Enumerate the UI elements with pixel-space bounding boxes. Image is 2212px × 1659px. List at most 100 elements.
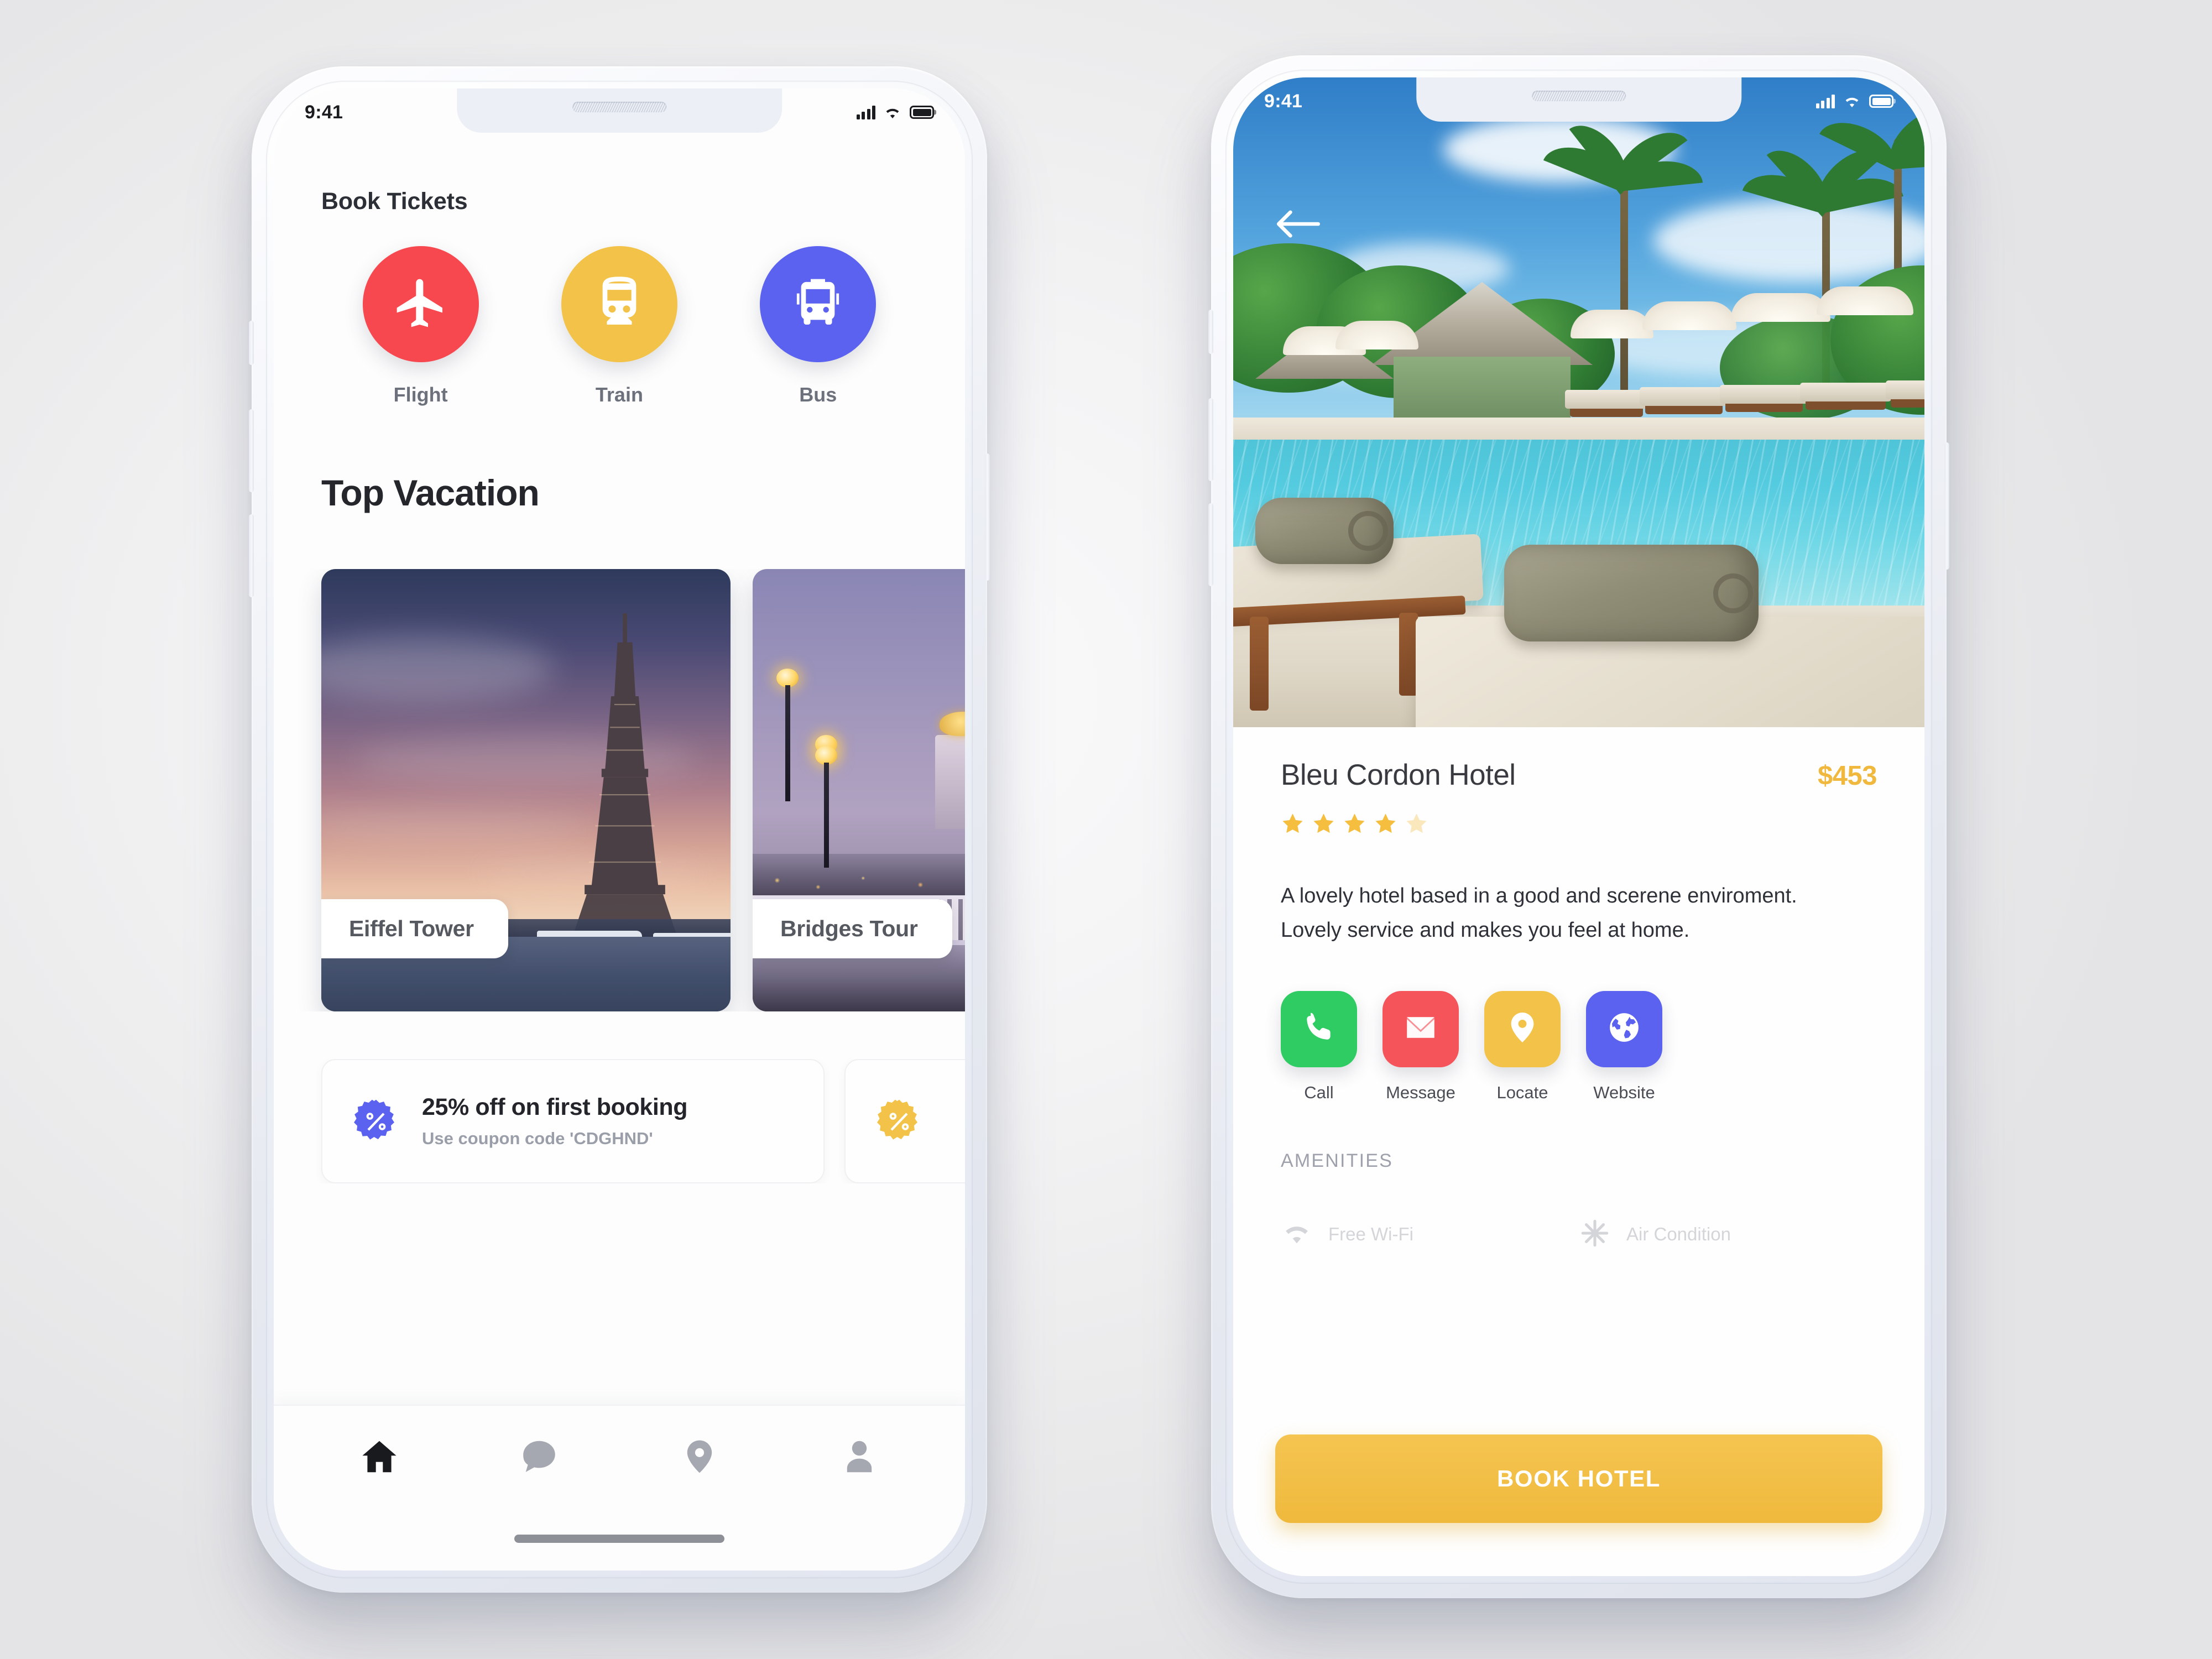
star-icon-filled — [1343, 812, 1366, 838]
action-website[interactable]: Website — [1586, 990, 1662, 1103]
hotel-title-row: Bleu Cordon Hotel $453 — [1281, 758, 1877, 792]
airplane-icon — [392, 274, 450, 335]
action-message[interactable]: Message — [1383, 990, 1459, 1103]
action-call[interactable]: Call — [1281, 990, 1357, 1103]
phone-device-hotel: Bleu Cordon Hotel $453 A lovely hotel ba… — [1208, 55, 1949, 1598]
star-icon-filled — [1374, 812, 1397, 838]
star-icon-filled — [1281, 812, 1305, 838]
home-screen: 9:41 Book Tickets Flight Train Bus Top V… — [274, 88, 965, 1571]
phone-device-home: 9:41 Book Tickets Flight Train Bus Top V… — [249, 66, 990, 1593]
top-vacation-heading: Top Vacation — [321, 472, 540, 513]
bus-circle — [760, 246, 877, 362]
location-icon — [1504, 1009, 1541, 1048]
phone-bezel-hotel: Bleu Cordon Hotel $453 A lovely hotel ba… — [1225, 70, 1932, 1584]
tab-home[interactable] — [299, 1437, 460, 1479]
train-icon — [591, 274, 648, 335]
tab-places[interactable] — [619, 1437, 780, 1479]
bus-icon — [789, 274, 847, 335]
person-icon — [839, 1437, 879, 1479]
volume-up-button[interactable] — [249, 409, 254, 492]
phone-icon — [1301, 1009, 1337, 1048]
coupon-card-first-booking[interactable]: 25% off on first booking Use coupon code… — [321, 1059, 825, 1183]
wifi-icon — [883, 106, 902, 119]
flight-circle — [362, 246, 479, 362]
home-icon — [359, 1437, 399, 1479]
bridge-statue — [935, 735, 965, 829]
home-content: Book Tickets Flight Train Bus Top Vacati… — [274, 88, 965, 1571]
star-icon-empty — [1405, 812, 1428, 838]
transport-option-flight[interactable]: Flight — [321, 246, 520, 406]
power-button[interactable] — [1944, 442, 1949, 570]
mute-switch[interactable] — [1208, 310, 1213, 354]
home-indicator[interactable] — [514, 1535, 724, 1543]
book-hotel-footer: BOOK HOTEL — [1233, 1410, 1924, 1576]
vacation-card-label: Eiffel Tower — [321, 899, 508, 958]
mute-switch[interactable] — [249, 321, 254, 365]
action-label: Website — [1593, 1082, 1655, 1102]
coupon-text-group: 25% off on first booking Use coupon code… — [422, 1094, 688, 1149]
hotel-content-root: Bleu Cordon Hotel $453 A lovely hotel ba… — [1233, 77, 1924, 1576]
transport-option-train[interactable]: Train — [520, 246, 718, 406]
amenity-free-wifi: Free Wi-Fi — [1281, 1217, 1579, 1252]
rolled-towel — [1255, 498, 1394, 564]
coupon-card-secondary[interactable] — [844, 1059, 965, 1183]
website-tile — [1586, 990, 1662, 1067]
hotel-name: Bleu Cordon Hotel — [1281, 759, 1516, 791]
rating-stars — [1281, 812, 1877, 838]
amenity-label: Free Wi-Fi — [1328, 1224, 1413, 1245]
train-circle — [561, 246, 677, 362]
power-button[interactable] — [985, 453, 990, 581]
action-label: Call — [1304, 1082, 1334, 1102]
percent-badge-icon — [352, 1098, 400, 1145]
chat-icon — [519, 1437, 559, 1479]
wifi-icon — [1281, 1217, 1313, 1252]
battery-icon — [910, 106, 934, 119]
bus-label: Bus — [799, 383, 837, 406]
message-tile — [1383, 990, 1459, 1067]
coupon-title: 25% off on first booking — [422, 1094, 688, 1120]
hotel-description: A lovely hotel based in a good and scere… — [1281, 884, 1797, 942]
status-icons — [1815, 94, 1893, 108]
transport-option-bus[interactable]: Bus — [719, 246, 917, 406]
status-time: 9:41 — [305, 101, 343, 123]
tab-messages[interactable] — [460, 1437, 620, 1479]
status-icons — [856, 105, 934, 119]
vacation-card-eiffel[interactable]: Eiffel Tower — [321, 569, 731, 1011]
action-locate[interactable]: Locate — [1484, 990, 1561, 1103]
book-tickets-heading: Book Tickets — [321, 188, 468, 215]
percent-badge-icon — [875, 1098, 923, 1145]
vacation-card-label: Bridges Tour — [753, 899, 952, 958]
locate-tile — [1484, 990, 1561, 1067]
volume-down-button[interactable] — [1208, 503, 1213, 586]
volume-up-button[interactable] — [1208, 398, 1213, 481]
train-label: Train — [595, 383, 643, 406]
globe-icon — [1606, 1009, 1642, 1048]
bridge-lamp — [813, 735, 839, 868]
eiffel-silhouette — [561, 613, 688, 945]
coupon-carousel[interactable]: 25% off on first booking Use coupon code… — [274, 1059, 965, 1183]
status-bar-home: 9:41 — [274, 88, 965, 133]
bridge-lamp — [775, 669, 800, 801]
air-condition-icon — [1579, 1217, 1611, 1252]
book-hotel-button[interactable]: BOOK HOTEL — [1275, 1434, 1882, 1523]
phone-bezel-home: 9:41 Book Tickets Flight Train Bus Top V… — [266, 81, 973, 1578]
volume-down-button[interactable] — [249, 514, 254, 597]
signal-icon — [856, 105, 875, 119]
call-tile — [1281, 990, 1357, 1067]
hotel-hero-image — [1233, 77, 1924, 727]
envelope-icon — [1402, 1009, 1439, 1048]
amenity-label: Air Condition — [1626, 1224, 1731, 1245]
rolled-towel — [1504, 545, 1759, 641]
back-button[interactable] — [1275, 208, 1321, 240]
amenity-air-condition: Air Condition — [1579, 1217, 1877, 1252]
coupon-subtitle: Use coupon code 'CDGHND' — [422, 1129, 653, 1148]
hotel-action-buttons: Call Message Locate Website — [1281, 990, 1877, 1103]
tab-profile[interactable] — [780, 1437, 940, 1479]
signal-icon — [1815, 94, 1835, 108]
location-icon — [680, 1437, 719, 1479]
vacation-card-bridges[interactable]: Bridges Tour — [753, 569, 965, 1011]
flight-label: Flight — [393, 383, 448, 406]
vacation-carousel[interactable]: Eiffel Tower Bridges Tour — [274, 569, 965, 1011]
amenities-list: Free Wi-Fi Air Condition — [1281, 1217, 1877, 1252]
battery-icon — [1869, 95, 1893, 108]
